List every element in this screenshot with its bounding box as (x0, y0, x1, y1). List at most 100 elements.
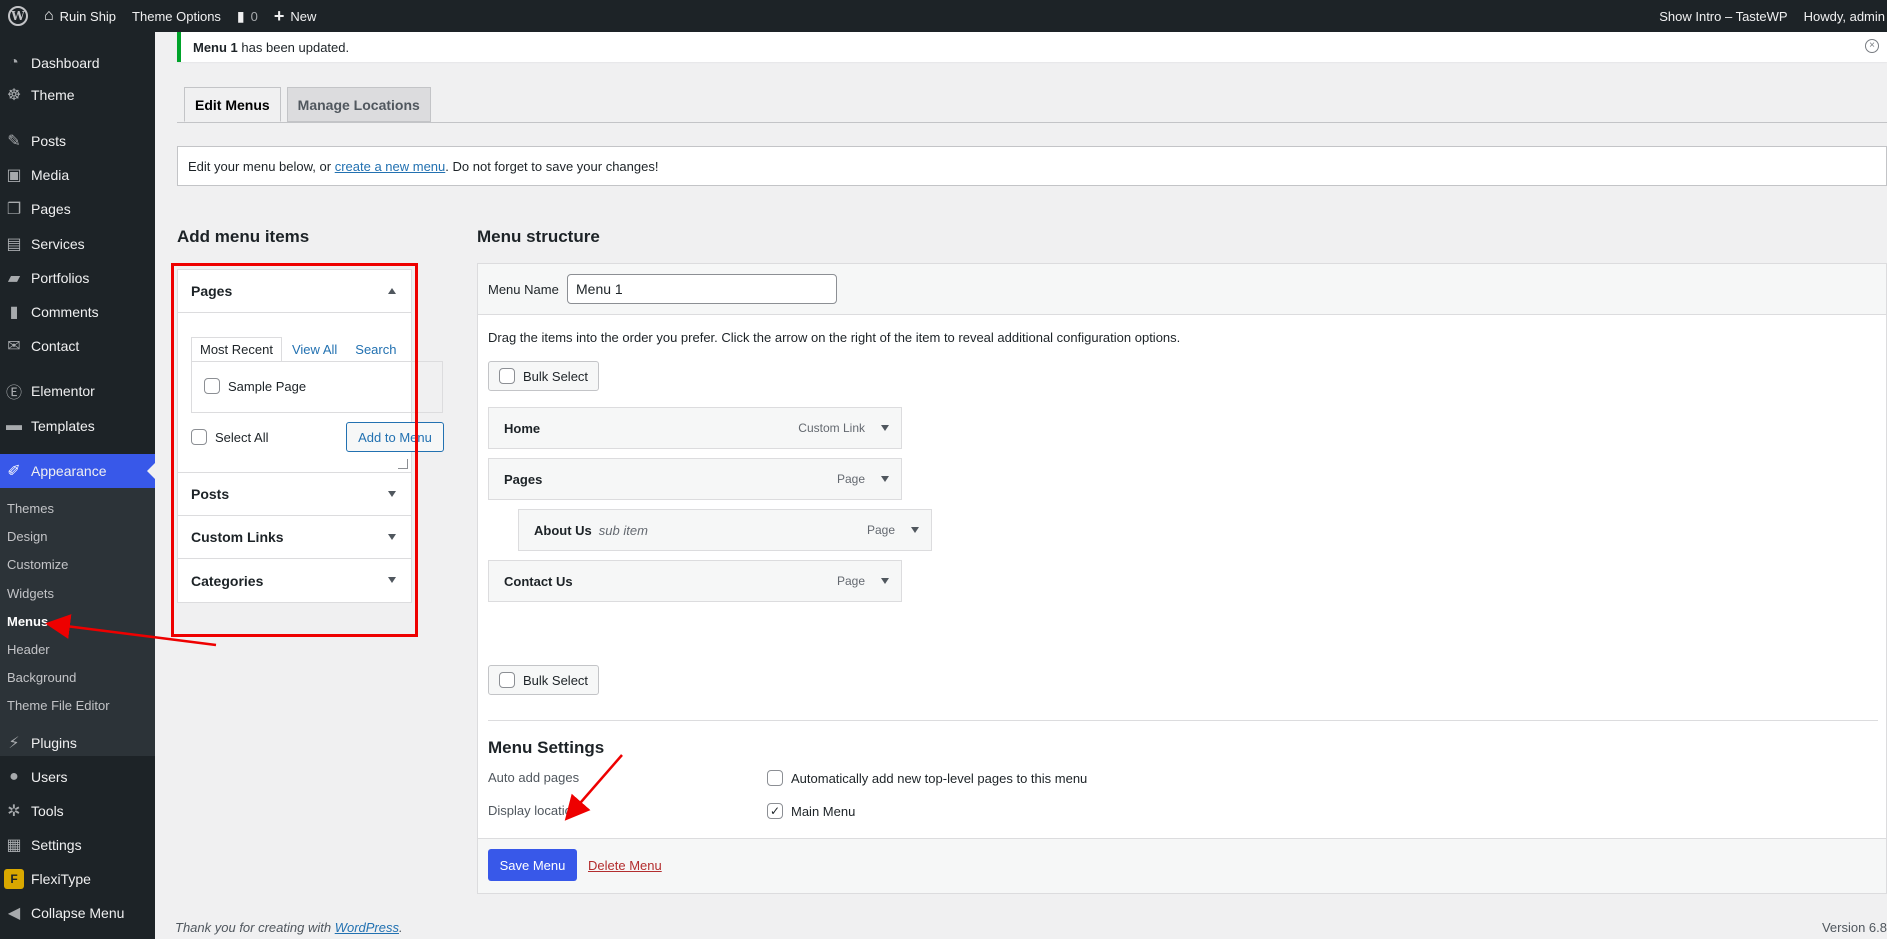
submenu-menus[interactable]: Menus (7, 611, 48, 631)
pages-icon: ❐ (6, 201, 22, 218)
auto-add-option[interactable]: Automatically add new top-level pages to… (767, 770, 1087, 786)
sidebar-item-plugins[interactable]: ⚡ Plugins (0, 726, 155, 760)
menu-item-title: Home (504, 420, 541, 436)
wordpress-link[interactable]: WordPress (335, 920, 399, 935)
portfolio-icon: ▰ (7, 270, 21, 287)
settings-icon: ▦ (6, 837, 22, 854)
services-icon: ▤ (6, 236, 22, 253)
add-menu-items-title: Add menu items (177, 227, 310, 246)
menu-item-pages[interactable]: Pages Page (488, 458, 902, 500)
comments-link[interactable]: ▮ 0 (229, 0, 266, 32)
dismiss-icon[interactable]: × (1865, 39, 1879, 53)
elementor-icon: Ⓔ (5, 385, 22, 402)
sidebar-label: Services (31, 236, 85, 252)
sidebar-label: Tools (31, 803, 64, 819)
auto-add-text: Automatically add new top-level pages to… (791, 770, 1088, 786)
menu-item-title: Contact Us (504, 573, 573, 589)
sidebar-item-posts[interactable]: ✎ Posts (0, 124, 155, 158)
sidebar-label: Posts (31, 133, 67, 149)
sidebar-item-users[interactable]: ● Users (0, 760, 155, 794)
sidebar-label: Dashboard (31, 55, 100, 71)
auto-add-checkbox[interactable] (767, 770, 783, 786)
theme-icon: ☸ (6, 87, 22, 104)
expand-arrow-icon[interactable] (881, 578, 889, 584)
menu-name-input[interactable]: Menu 1 (567, 274, 837, 304)
sidebar-item-templates[interactable]: ▬ Templates (0, 409, 155, 443)
notice-menu-name: Menu 1 (193, 39, 238, 55)
tab-edit-menus[interactable]: Edit Menus (184, 87, 281, 122)
admin-bar: W ⌂ Ruin Ship Theme Options ▮ 0 + New Sh… (0, 0, 1887, 32)
sidebar-label: Elementor (31, 383, 95, 399)
sidebar-item-settings[interactable]: ▦ Settings (0, 828, 155, 862)
menu-item-type: Page (836, 574, 865, 588)
bulk-select-button-bottom[interactable]: Bulk Select (488, 665, 600, 695)
sidebar-item-flexitype[interactable]: F FlexiType (0, 862, 155, 896)
howdy-account[interactable]: Howdy, admin (1796, 0, 1887, 32)
menu-settings-title: Menu Settings (488, 738, 605, 757)
bulk-select-checkbox (499, 368, 515, 384)
bulk-select-label: Bulk Select (523, 368, 589, 384)
new-content-link[interactable]: + New (266, 0, 325, 32)
comments-count: 0 (250, 8, 258, 24)
sidebar-item-elementor[interactable]: Ⓔ Elementor (0, 374, 155, 408)
theme-options-link[interactable]: Theme Options (124, 0, 229, 32)
menu-item-type: Page (866, 523, 895, 537)
active-indicator (147, 463, 155, 479)
footer-period: . (399, 920, 403, 935)
submenu-widgets[interactable]: Widgets (7, 583, 54, 603)
submenu-themes[interactable]: Themes (7, 498, 54, 518)
bulk-select-checkbox (499, 672, 515, 688)
sidebar-item-media[interactable]: ▣ Media (0, 158, 155, 192)
expand-arrow-icon[interactable] (881, 425, 889, 431)
sidebar-label: Pages (31, 201, 71, 217)
site-name-link[interactable]: ⌂ Ruin Ship (36, 0, 124, 32)
home-icon: ⌂ (44, 7, 54, 24)
users-icon: ● (9, 768, 19, 785)
site-name: Ruin Ship (59, 8, 117, 24)
sidebar-item-pages[interactable]: ❐ Pages (0, 192, 155, 226)
main-menu-option[interactable]: ✓ Main Menu (767, 803, 855, 819)
sidebar-item-theme[interactable]: ☸ Theme (0, 78, 155, 112)
sidebar-label: Theme (31, 87, 75, 103)
sidebar-label: Settings (31, 837, 82, 853)
submenu-background[interactable]: Background (7, 667, 76, 687)
sidebar-label: Media (31, 167, 70, 183)
submenu-customize[interactable]: Customize (7, 554, 68, 574)
sidebar-item-tools[interactable]: ✲ Tools (0, 794, 155, 828)
expand-arrow-icon[interactable] (911, 527, 919, 533)
main-menu-checkbox[interactable]: ✓ (767, 803, 783, 819)
menu-item-contact-us[interactable]: Contact Us Page (488, 560, 902, 602)
paintbrush-icon: ✐ (7, 463, 21, 480)
sidebar-item-services[interactable]: ▤ Services (0, 227, 155, 261)
tab-divider (177, 122, 1887, 123)
menu-item-home[interactable]: Home Custom Link (488, 407, 902, 449)
comment-icon: ▮ (236, 7, 245, 24)
submenu-design[interactable]: Design (7, 526, 47, 546)
submenu-theme-file-editor[interactable]: Theme File Editor (7, 695, 110, 715)
menu-item-about-us[interactable]: About Us sub item Page (518, 509, 932, 551)
show-intro-link[interactable]: Show Intro – TasteWP (1651, 0, 1795, 32)
sidebar-item-dashboard[interactable]: ◔ Dashboard (0, 46, 155, 80)
sidebar-item-portfolios[interactable]: ▰ Portfolios (0, 261, 155, 295)
collapse-menu-button[interactable]: ◀ Collapse Menu (0, 896, 155, 930)
create-new-menu-link[interactable]: create a new menu (335, 159, 446, 174)
sidebar-item-contact[interactable]: ✉ Contact (0, 329, 155, 363)
sidebar-item-comments[interactable]: ▮ Comments (0, 295, 155, 329)
footer-version: Version 6.8 (1821, 920, 1887, 935)
expand-arrow-icon[interactable] (881, 476, 889, 482)
sidebar-label: Contact (31, 338, 80, 354)
menu-edit-panel: Menu Name Menu 1 Drag the items into the… (477, 263, 1887, 894)
delete-menu-link[interactable]: Delete Menu (588, 858, 662, 873)
menu-item-title: Pages (504, 471, 543, 487)
sidebar-item-appearance[interactable]: ✐ Appearance (0, 454, 155, 488)
bulk-select-button-top[interactable]: Bulk Select (488, 361, 600, 391)
tab-manage-locations[interactable]: Manage Locations (286, 87, 431, 122)
plugin-icon: ⚡ (8, 735, 20, 752)
footer-thanks: Thank you for creating with WordPress. (175, 920, 403, 935)
sidebar-label: Comments (31, 304, 99, 320)
drag-instructions: Drag the items into the order you prefer… (488, 330, 1181, 345)
wordpress-logo[interactable]: W (0, 0, 36, 32)
submenu-header[interactable]: Header (7, 639, 50, 659)
bulk-select-label: Bulk Select (523, 672, 589, 688)
save-menu-button[interactable]: Save Menu (488, 849, 577, 881)
